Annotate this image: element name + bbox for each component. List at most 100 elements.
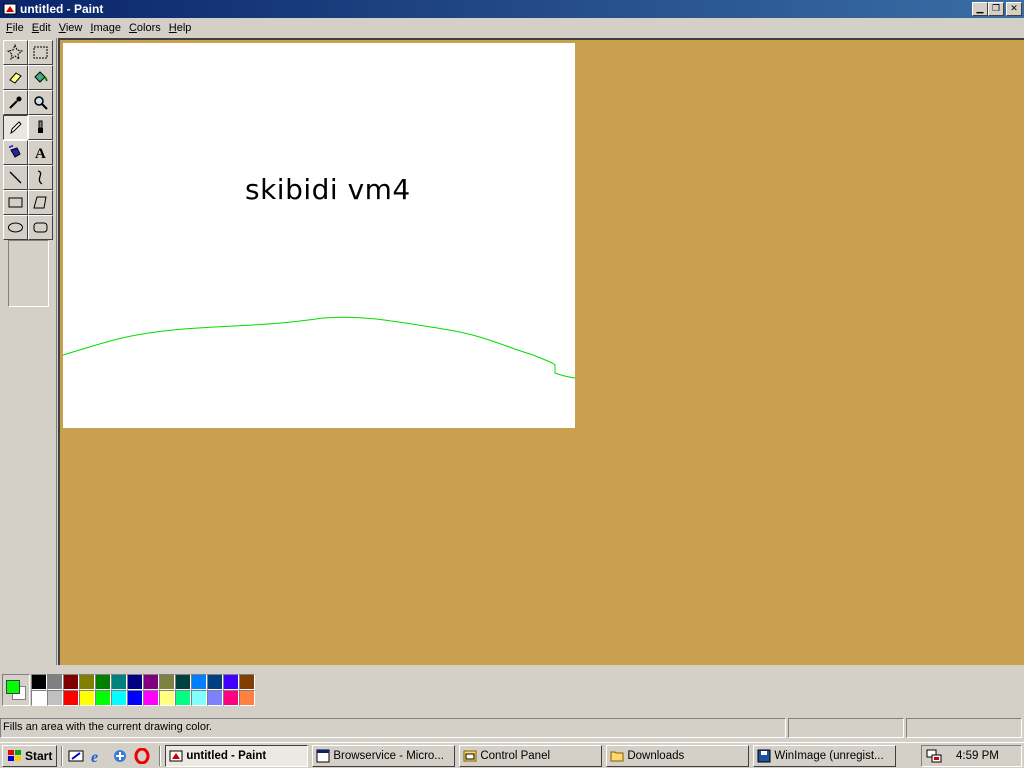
task-paint[interactable]: untitled - Paint xyxy=(165,744,309,767)
tool-options-box[interactable] xyxy=(8,240,49,307)
rounded-rectangle-tool[interactable] xyxy=(28,215,53,240)
color-swatch[interactable] xyxy=(95,690,111,706)
color-swatches xyxy=(31,674,255,706)
system-tray: 4:59 PM xyxy=(921,745,1022,767)
color-palette xyxy=(0,670,1024,716)
color-swatch[interactable] xyxy=(159,674,175,690)
color-swatch[interactable] xyxy=(95,674,111,690)
restore-button[interactable]: ❐ xyxy=(988,2,1004,16)
color-swatch[interactable] xyxy=(31,690,47,706)
green-stroke xyxy=(63,316,575,379)
color-swatch[interactable] xyxy=(239,674,255,690)
color-swatch[interactable] xyxy=(191,674,207,690)
color-swatch[interactable] xyxy=(63,674,79,690)
internet-explorer-icon[interactable]: e xyxy=(89,747,107,765)
color-swatch[interactable] xyxy=(207,674,223,690)
color-swatch[interactable] xyxy=(47,690,63,706)
color-swatch[interactable] xyxy=(175,674,191,690)
color-swatch[interactable] xyxy=(79,690,95,706)
task-winimage[interactable]: WinImage (unregist... xyxy=(753,744,897,767)
taskbar: Start e untitled - Paint Browservice - M… xyxy=(0,742,1024,768)
tool-box: A xyxy=(0,38,57,665)
task-control-panel[interactable]: Control Panel xyxy=(459,744,603,767)
menu-help[interactable]: Help xyxy=(165,22,196,34)
start-label: Start xyxy=(25,748,53,763)
color-swatch[interactable] xyxy=(159,690,175,706)
minimize-button[interactable]: ▁ xyxy=(972,2,988,16)
ie-window-icon xyxy=(316,749,330,762)
airbrush-tool[interactable] xyxy=(3,140,28,165)
menu-bar: File Edit View Image Colors Help xyxy=(0,18,1024,38)
color-swatch[interactable] xyxy=(63,690,79,706)
close-icon: ✕ xyxy=(1010,4,1018,14)
polygon-tool[interactable] xyxy=(28,190,53,215)
free-form-select-tool[interactable] xyxy=(3,40,28,65)
color-swatch[interactable] xyxy=(223,690,239,706)
menu-colors[interactable]: Colors xyxy=(125,22,165,34)
svg-text:e: e xyxy=(91,749,98,764)
folder-icon xyxy=(610,751,624,761)
color-swatch[interactable] xyxy=(223,674,239,690)
minimize-icon: ▁ xyxy=(976,4,984,14)
rectangle-tool[interactable] xyxy=(3,190,28,215)
title-bar[interactable]: untitled - Paint ▁ ❐ ✕ xyxy=(0,0,1024,18)
magnifier-icon xyxy=(34,96,48,110)
text-icon: A xyxy=(35,146,46,161)
task-browservice[interactable]: Browservice - Micro... xyxy=(312,744,456,767)
fill-tool[interactable] xyxy=(28,65,53,90)
color-swatch[interactable] xyxy=(207,690,223,706)
paint-bucket-icon xyxy=(34,71,48,83)
pick-color-tool[interactable] xyxy=(3,90,28,115)
menu-view[interactable]: View xyxy=(55,22,87,34)
curve-tool[interactable] xyxy=(28,165,53,190)
color-swatch[interactable] xyxy=(191,690,207,706)
restore-icon: ❐ xyxy=(991,4,1001,14)
color-swatch[interactable] xyxy=(239,690,255,706)
color-swatch[interactable] xyxy=(175,690,191,706)
menu-image[interactable]: Image xyxy=(86,22,125,34)
color-swatch[interactable] xyxy=(79,674,95,690)
status-message: Fills an area with the current drawing c… xyxy=(0,718,786,738)
brush-tool[interactable] xyxy=(28,115,53,140)
network-tray-icon[interactable] xyxy=(926,748,942,764)
text-tool[interactable]: A xyxy=(28,140,53,165)
magnifier-tool[interactable] xyxy=(28,90,53,115)
status-size xyxy=(906,718,1022,738)
show-desktop-icon[interactable] xyxy=(67,747,85,765)
menu-file[interactable]: File xyxy=(2,22,28,34)
pencil-tool[interactable] xyxy=(3,115,28,140)
start-button[interactable]: Start xyxy=(2,744,58,767)
drawing-canvas[interactable]: skibidi vm4 xyxy=(63,43,575,428)
color-swatch[interactable] xyxy=(127,674,143,690)
current-colors[interactable] xyxy=(2,674,30,706)
eyedropper-icon xyxy=(9,96,22,109)
outlook-express-icon[interactable] xyxy=(111,747,129,765)
color-swatch[interactable] xyxy=(127,690,143,706)
eraser-icon xyxy=(9,72,22,84)
color-swatch[interactable] xyxy=(31,674,47,690)
eraser-tool[interactable] xyxy=(3,65,28,90)
floppy-icon xyxy=(757,749,771,762)
select-tool[interactable] xyxy=(28,40,53,65)
color-swatch[interactable] xyxy=(143,690,159,706)
pencil-icon xyxy=(10,121,22,135)
color-swatch[interactable] xyxy=(143,674,159,690)
window-title: untitled - Paint xyxy=(20,2,104,16)
color-swatch[interactable] xyxy=(47,674,63,690)
opera-icon[interactable] xyxy=(133,747,151,765)
paint-icon xyxy=(169,750,183,761)
close-button[interactable]: ✕ xyxy=(1006,2,1022,16)
ellipse-icon xyxy=(8,222,23,233)
clock[interactable]: 4:59 PM xyxy=(956,750,999,762)
menu-edit[interactable]: Edit xyxy=(28,22,55,34)
ellipse-tool[interactable] xyxy=(3,215,28,240)
workspace: skibidi vm4 xyxy=(58,38,1024,665)
status-bar: Fills an area with the current drawing c… xyxy=(0,718,1024,740)
line-tool[interactable] xyxy=(3,165,28,190)
brush-icon xyxy=(38,120,43,133)
color-swatch[interactable] xyxy=(111,690,127,706)
svg-text:A: A xyxy=(35,146,46,161)
color-swatch[interactable] xyxy=(111,674,127,690)
rect-select-icon xyxy=(33,46,48,59)
task-downloads[interactable]: Downloads xyxy=(606,744,750,767)
